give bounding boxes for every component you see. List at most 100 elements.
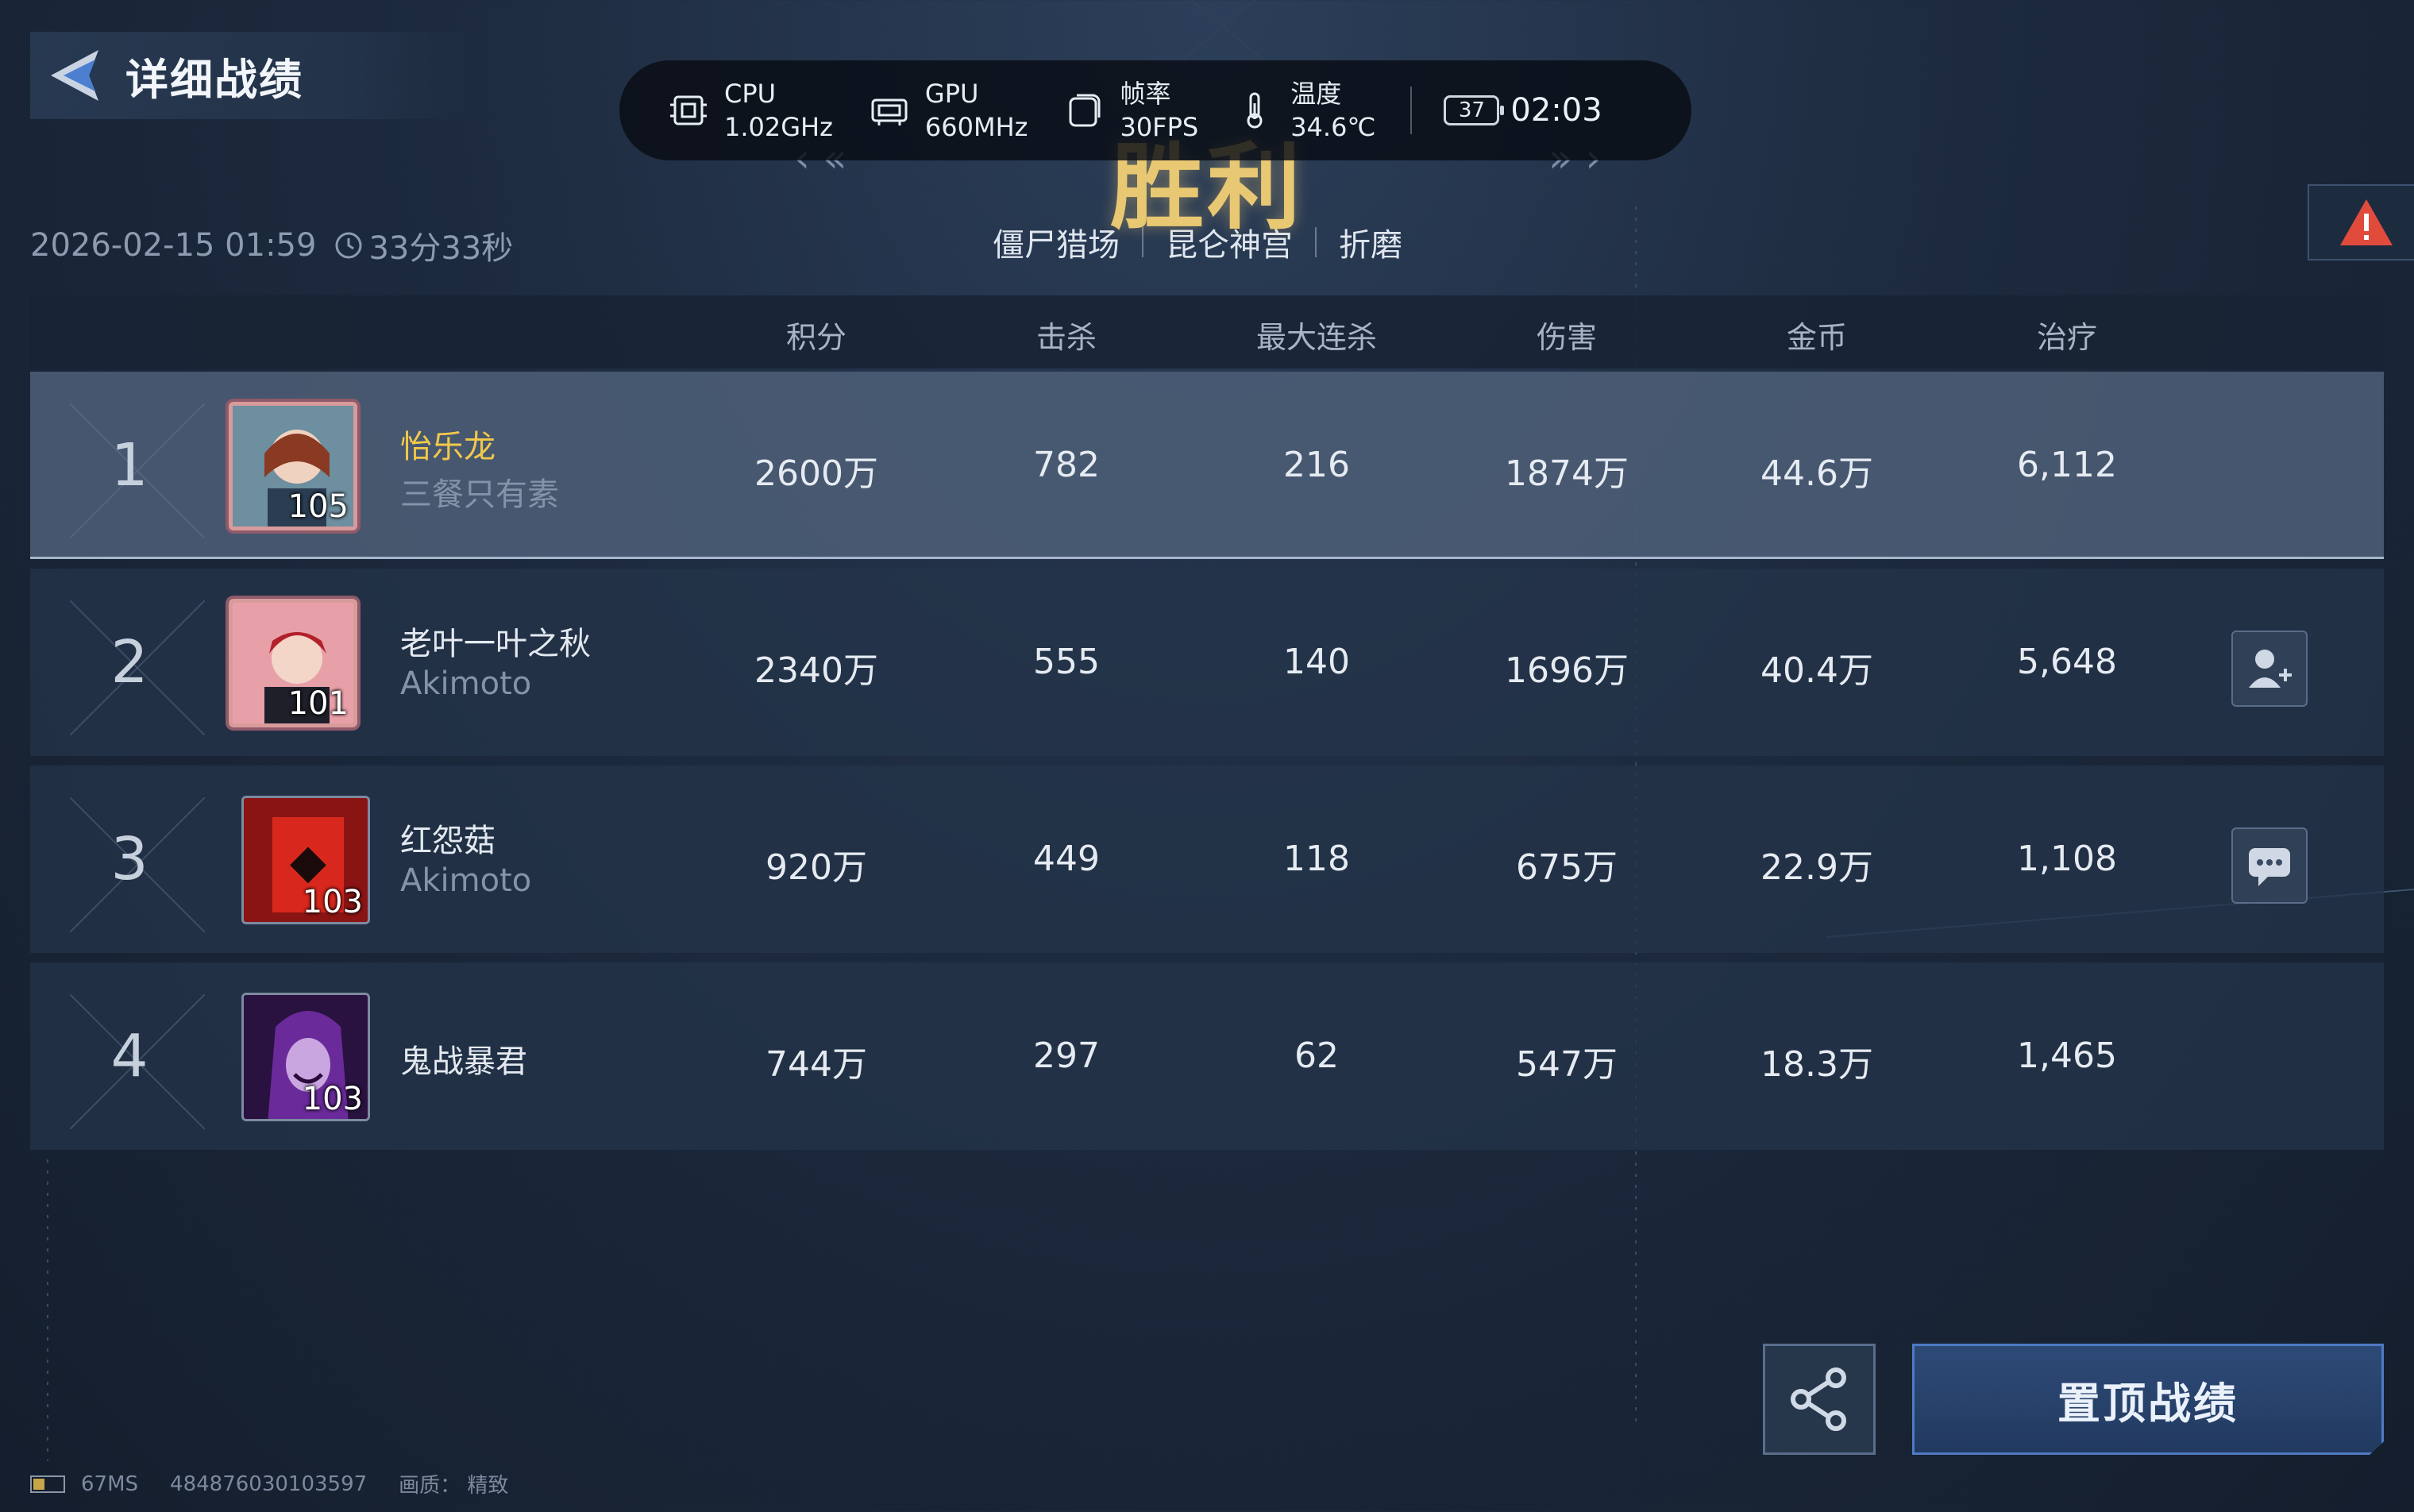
rank-number: 1: [110, 431, 148, 499]
column-header-kills: 击杀: [1035, 320, 1097, 355]
cpu-label: CPU: [724, 79, 777, 109]
cell-damage: 1874万: [1505, 453, 1629, 494]
clock-time: 02:03: [1510, 92, 1602, 129]
temperature-label: 温度: [1290, 79, 1342, 109]
table-row[interactable]: 4 103 鬼战暴君 744万 297 62 547万 18.3万 1,465: [30, 962, 2384, 1150]
player-name: 鬼战暴君: [400, 1043, 527, 1080]
cell-kills: 782: [1033, 445, 1100, 485]
column-header-damage: 伤害: [1536, 320, 1597, 355]
cell-healing: 1,108: [2017, 839, 2117, 879]
performance-overlay: CPU 1.02GHz GPU 660MHz 帧率 30FPS 温度 34.6℃…: [619, 60, 1691, 160]
chat-button[interactable]: [2231, 827, 2308, 904]
avatar[interactable]: 103: [241, 993, 370, 1121]
frame-rate-icon: [1069, 94, 1101, 127]
cell-max-streak: 216: [1283, 445, 1350, 485]
cell-score: 920万: [765, 847, 867, 888]
cell-gold: 22.9万: [1760, 847, 1873, 888]
cpu-stat: CPU 1.02GHz: [667, 77, 833, 144]
cell-damage: 675万: [1516, 847, 1618, 888]
player-subtitle: Akimoto: [400, 862, 532, 899]
temperature-stat: 温度 34.6℃: [1233, 77, 1375, 144]
gpu-icon: [871, 98, 908, 125]
cell-healing: 5,648: [2017, 642, 2117, 682]
gpu-stat: GPU 660MHz: [868, 77, 1028, 144]
player-name: 老叶一叶之秋: [400, 626, 591, 662]
ping-value: 67MS: [81, 1472, 139, 1496]
rank-number: 2: [110, 628, 148, 696]
battery-icon: 37: [1444, 95, 1505, 125]
match-datetime: 2026-02-15 01:59: [30, 227, 317, 264]
signal-icon: [30, 1475, 65, 1493]
cell-damage: 547万: [1516, 1044, 1618, 1085]
stats-table-header: 积分 击杀 最大连杀 伤害 金币 治疗: [30, 295, 2384, 368]
divider: [1410, 87, 1413, 134]
header-bar: 详细战绩: [30, 32, 475, 119]
avatar[interactable]: 105: [229, 402, 357, 530]
player-level: 103: [302, 884, 363, 920]
back-button[interactable]: [30, 32, 125, 119]
player-level: 103: [302, 1081, 363, 1117]
cell-kills: 297: [1033, 1036, 1100, 1076]
column-header-score: 积分: [785, 320, 846, 355]
table-row[interactable]: 1 105 怡乐龙 三餐只有素 2600万 782 216 1874万 44.6…: [30, 372, 2384, 559]
divider: [1315, 227, 1317, 257]
avatar[interactable]: 101: [229, 599, 357, 727]
player-subtitle: Akimoto: [400, 665, 532, 702]
cell-score: 2340万: [754, 650, 878, 691]
match-id: 484876030103597: [170, 1472, 368, 1496]
cell-healing: 6,112: [2017, 445, 2117, 485]
pin-record-button[interactable]: 置顶战绩: [1912, 1344, 2384, 1455]
cell-gold: 44.6万: [1760, 453, 1873, 494]
difficulty-item: 折磨: [1339, 227, 1402, 264]
mode-item: 僵尸猎场: [993, 227, 1120, 264]
match-duration: 33分33秒: [368, 230, 514, 267]
share-icon: [1791, 1367, 1846, 1431]
rank-number: 3: [110, 825, 148, 893]
cell-max-streak: 140: [1283, 642, 1350, 682]
share-button[interactable]: [1763, 1344, 1876, 1455]
report-button[interactable]: [2308, 184, 2414, 260]
player-level: 105: [287, 488, 349, 525]
warning-icon: [2340, 199, 2393, 245]
table-row[interactable]: 2 101 老叶一叶之秋 Akimoto 2340万 555 140 1696万…: [30, 569, 2384, 756]
player-level: 101: [287, 685, 349, 722]
fps-value: 30FPS: [1120, 112, 1199, 142]
cell-kills: 555: [1033, 642, 1100, 682]
column-header-gold: 金币: [1786, 320, 1847, 355]
clock-icon: [335, 232, 362, 259]
cpu-value: 1.02GHz: [724, 112, 833, 142]
thermometer-icon: [1247, 92, 1263, 129]
cell-damage: 1696万: [1505, 650, 1629, 691]
cpu-icon: [670, 95, 707, 125]
fps-label: 帧率: [1120, 79, 1171, 109]
fps-stat: 帧率 30FPS: [1062, 77, 1198, 144]
graphics-quality: 画质： 精致: [399, 1474, 509, 1498]
gpu-label: GPU: [924, 79, 979, 109]
column-header-healing: 治疗: [2036, 320, 2097, 355]
svg-text:◆: ◆: [290, 834, 326, 889]
table-row[interactable]: 3 ◆ 103 红怨菇 Akimoto 920万 449 118 675万 22…: [30, 766, 2384, 953]
cell-gold: 18.3万: [1760, 1044, 1873, 1085]
back-arrow-icon: [51, 50, 98, 101]
gpu-value: 660MHz: [924, 112, 1028, 142]
cell-kills: 449: [1033, 839, 1100, 879]
player-name: 红怨菇: [400, 823, 496, 859]
cell-score: 2600万: [754, 453, 878, 494]
cell-score: 744万: [765, 1044, 867, 1085]
chat-bubble-icon: [2249, 848, 2290, 886]
player-subtitle: 三餐只有素: [400, 476, 559, 513]
add-friend-icon: [2249, 650, 2292, 688]
page-title: 详细战绩: [125, 54, 303, 105]
match-datetime-line: 2026-02-15 01:59 33分33秒: [30, 222, 513, 268]
temperature-value: 34.6℃: [1290, 112, 1376, 142]
cell-healing: 1,465: [2017, 1036, 2117, 1076]
cell-max-streak: 62: [1294, 1036, 1339, 1076]
cell-gold: 40.4万: [1760, 650, 1873, 691]
footer-status: 67MS 484876030103597 画质： 精致: [30, 1469, 540, 1498]
cell-max-streak: 118: [1283, 839, 1350, 879]
avatar[interactable]: ◆ 103: [241, 796, 370, 924]
player-name: 怡乐龙: [400, 429, 496, 465]
column-header-max-streak: 最大连杀: [1255, 320, 1377, 355]
add-friend-button[interactable]: [2231, 631, 2308, 707]
rank-number: 4: [110, 1022, 148, 1090]
